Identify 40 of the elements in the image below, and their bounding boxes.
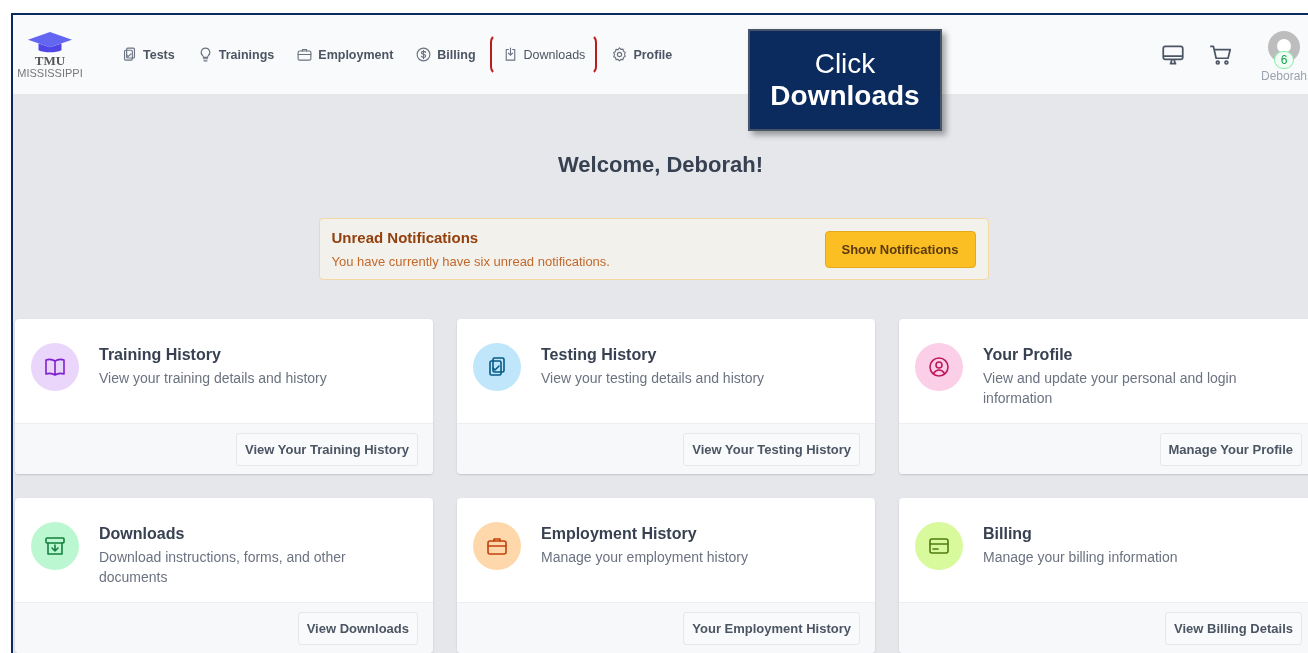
show-notifications-button[interactable]: Show Notifications <box>824 230 976 268</box>
card-action-button[interactable]: Manage Your Profile <box>1159 432 1302 466</box>
card-description: View your testing details and history <box>541 369 765 388</box>
archive-box-icon <box>43 534 67 558</box>
card-title: Billing <box>983 525 1033 543</box>
card-action-button[interactable]: View Downloads <box>297 611 418 645</box>
briefcase-icon <box>296 46 314 63</box>
notification-title: Unread Notifications <box>331 229 480 246</box>
settings-icon <box>611 46 629 63</box>
card-title: Employment History <box>541 525 698 543</box>
card-title: Your Profile <box>983 346 1074 364</box>
card-description: Download instructions, forms, and other documents <box>99 548 347 587</box>
clipboard-icon <box>121 46 138 63</box>
callout-text: Click <box>814 48 876 80</box>
card-action-button[interactable]: Your Employment History <box>683 611 860 645</box>
notification-message: You have currently have six unread notifications. <box>331 254 610 269</box>
card-title: Downloads <box>99 525 186 543</box>
card-action-button[interactable]: View Billing Details <box>1165 611 1302 645</box>
logo-subtitle: MISSISSIPPI <box>17 66 83 79</box>
graduation-cap-icon <box>27 30 73 54</box>
nav-link[interactable]: Tests <box>113 34 183 75</box>
card-title: Training History <box>99 346 222 364</box>
welcome-heading: Welcome, Deborah! <box>558 152 763 178</box>
nav-link[interactable]: Profile <box>603 34 681 75</box>
user-name: Deborah <box>1261 68 1307 83</box>
dollar-icon <box>415 46 433 63</box>
card-description: Manage your employment history <box>541 548 748 567</box>
logo-title: TMU <box>34 53 66 67</box>
card-description: View and update your personal and login information <box>983 369 1238 408</box>
card-title: Testing History <box>541 346 658 364</box>
card-description: View your training details and history <box>99 369 327 388</box>
card-description: Manage your billing information <box>983 548 1178 567</box>
nav-link[interactable]: Employment <box>288 34 402 75</box>
user-icon <box>927 355 951 379</box>
nav-link[interactable]: Trainings <box>188 34 283 75</box>
callout-text: Downloads <box>770 80 920 112</box>
card-action-button[interactable]: View Your Testing History <box>683 432 860 466</box>
card-action-button[interactable]: View Your Training History <box>236 432 418 466</box>
nav-link[interactable]: Downloads <box>489 34 598 75</box>
nav-link[interactable]: Billing <box>407 34 484 75</box>
